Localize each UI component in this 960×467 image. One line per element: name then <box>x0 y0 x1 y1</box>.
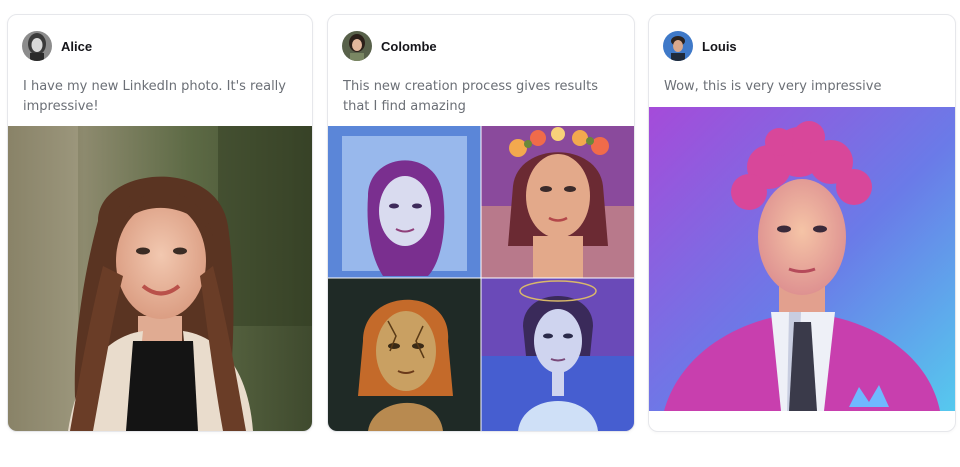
author-name: Colombe <box>381 38 437 54</box>
card-header: Alice <box>22 31 92 61</box>
comment-text: Wow, this is very very impressive <box>664 79 882 94</box>
portrait-tile <box>481 278 634 431</box>
avatar <box>342 31 372 61</box>
comment-text: This new creation process gives results … <box>343 79 599 114</box>
author-name: Alice <box>61 38 93 54</box>
card-header: Louis <box>663 31 737 61</box>
portrait-tile <box>328 278 481 431</box>
avatar <box>22 31 52 61</box>
avatar <box>663 31 693 61</box>
ai-portrait <box>649 107 955 411</box>
testimonial-card-alice: Alice I have my new LinkedIn photo. It's… <box>7 14 313 432</box>
testimonial-cards-row: Alice I have my new LinkedIn photo. It's… <box>0 0 960 467</box>
profile-photo <box>8 126 312 431</box>
card-header: Colombe <box>342 31 437 61</box>
author-name: Louis <box>702 38 737 54</box>
portrait-tile <box>481 126 634 278</box>
ai-portrait-grid <box>328 126 634 431</box>
testimonial-card-colombe: Colombe This new creation process gives … <box>327 14 635 432</box>
portrait-tile <box>328 126 481 278</box>
comment-text: I have my new LinkedIn photo. It's reall… <box>23 79 286 114</box>
testimonial-card-louis: Louis Wow, this is very very impressive <box>648 14 956 432</box>
